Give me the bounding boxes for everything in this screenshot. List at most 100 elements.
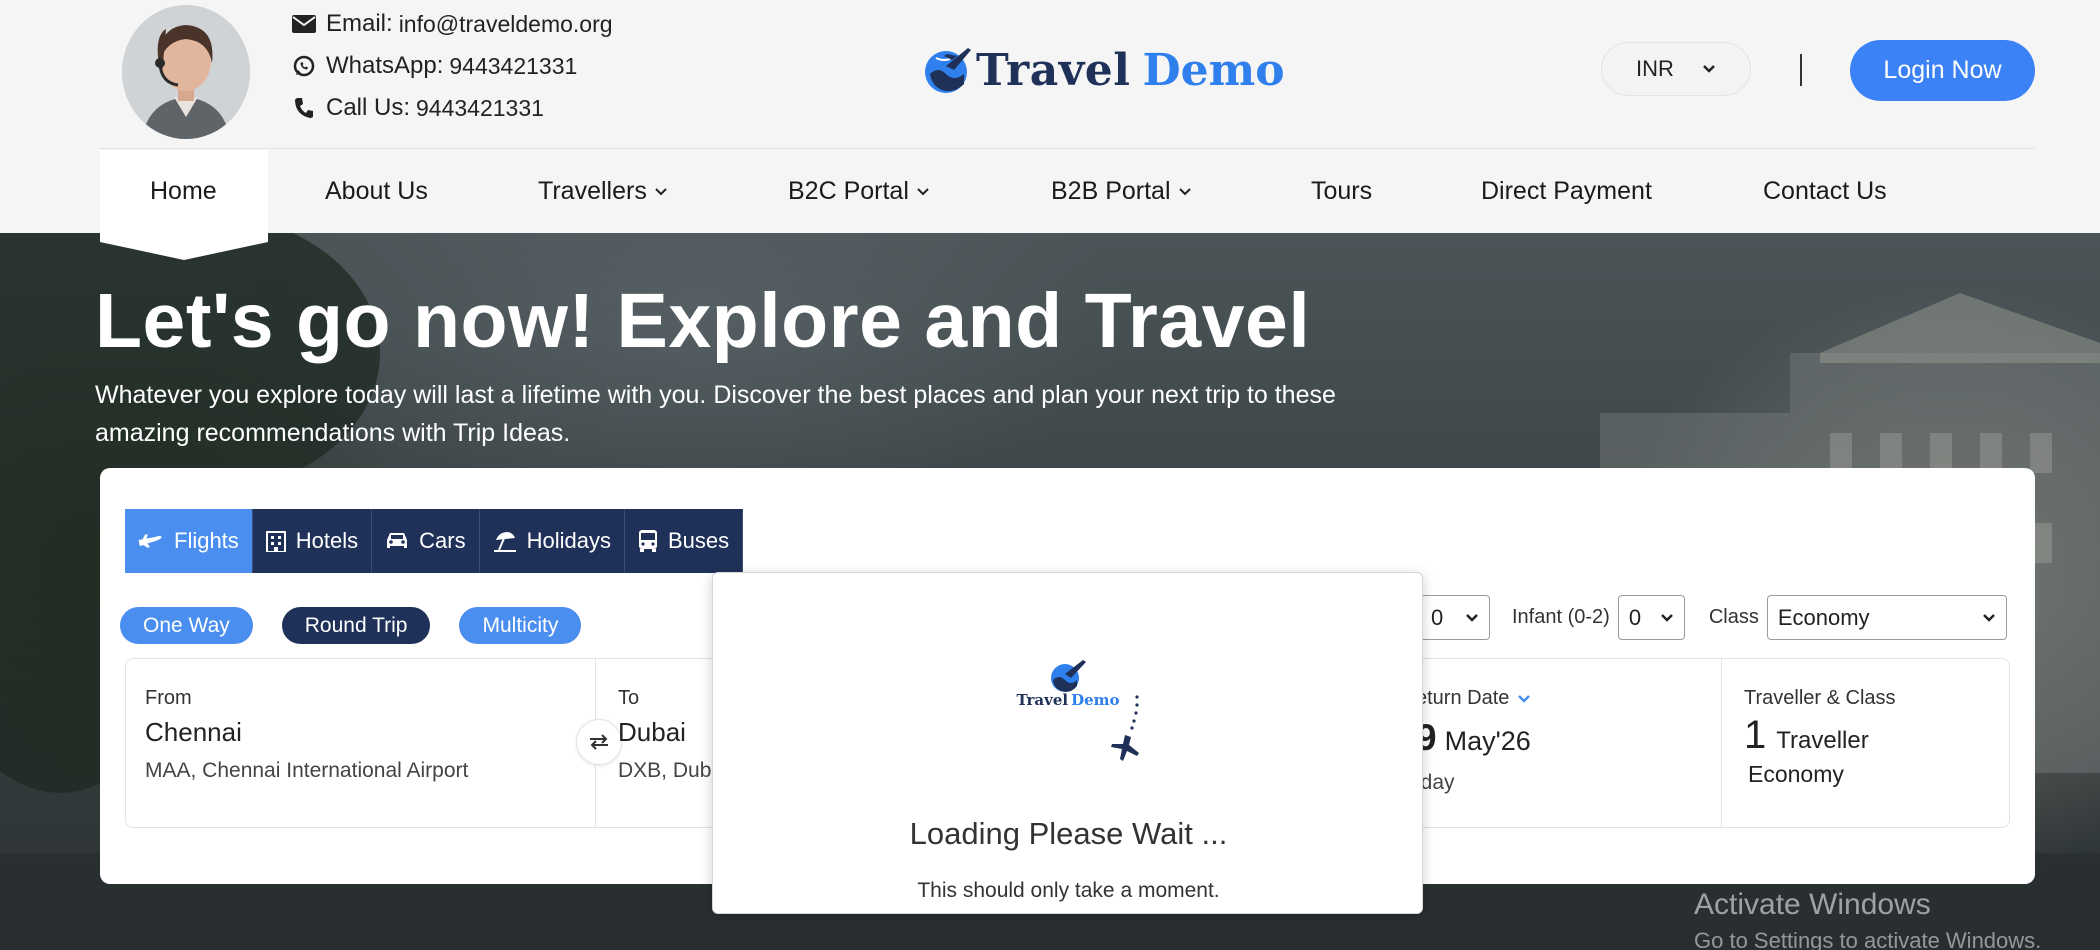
bus-icon xyxy=(638,529,658,553)
email-label: Email: xyxy=(326,10,393,37)
modal-logo-word-travel: Travel xyxy=(1016,691,1069,709)
infant-label: Infant (0-2) xyxy=(1512,606,1610,628)
hero-subtitle: Whatever you explore today will last a l… xyxy=(95,381,1336,447)
login-button[interactable]: Login Now xyxy=(1850,40,2035,101)
from-city: Chennai xyxy=(145,717,242,747)
traveller-unit: Traveller xyxy=(1776,727,1869,754)
nav-travellers-label: Travellers xyxy=(538,177,647,205)
envelope-icon xyxy=(292,12,316,36)
nav-contact-label: Contact Us xyxy=(1763,177,1887,205)
class-select[interactable]: Economy xyxy=(1766,595,2007,640)
from-label: From xyxy=(145,687,192,709)
nav-home-label: Home xyxy=(150,177,217,205)
email-value[interactable]: info@traveldemo.org xyxy=(399,11,613,38)
trip-multicity[interactable]: Multicity xyxy=(459,607,582,644)
infant-count-select[interactable]: 0 xyxy=(1617,595,1685,640)
service-tabs: Flights Hotels Cars Holidays Buses xyxy=(125,509,744,573)
logo-word-travel: Travel xyxy=(976,44,1131,96)
nav-about-us[interactable]: About Us xyxy=(325,150,428,233)
to-label: To xyxy=(618,687,640,709)
tab-hotels[interactable]: Hotels xyxy=(252,509,373,573)
whatsapp-value[interactable]: 9443421331 xyxy=(449,53,577,80)
globe-plane-icon xyxy=(922,44,972,96)
from-field[interactable]: From Chennai MAA, Chennai International … xyxy=(126,659,596,827)
nav-b2b-portal[interactable]: B2B Portal xyxy=(1051,150,1191,233)
windows-watermark-title: Activate Windows xyxy=(1694,888,1931,921)
traveller-class-value: Economy xyxy=(1748,761,1844,787)
nav-b2b-label: B2B Portal xyxy=(1051,177,1171,205)
whatsapp-icon xyxy=(292,54,316,78)
class-label: Class xyxy=(1708,606,1759,628)
support-agent-avatar xyxy=(122,5,250,139)
chevron-down-icon xyxy=(1982,613,1996,623)
chevron-down-icon xyxy=(1517,694,1531,704)
airplane-icon xyxy=(138,532,164,550)
umbrella-beach-icon xyxy=(493,530,517,552)
trip-type-selector: One Way Round Trip Multicity xyxy=(120,607,582,644)
nav-direct-payment[interactable]: Direct Payment xyxy=(1481,150,1652,233)
call-label: Call Us: xyxy=(326,94,411,121)
child-count-select[interactable]: 0 xyxy=(1420,595,1490,640)
chevron-down-icon xyxy=(1178,187,1191,196)
chevron-down-icon xyxy=(1465,613,1479,623)
chevron-down-icon xyxy=(655,187,667,196)
header-rule xyxy=(100,148,2035,149)
class-value: Economy xyxy=(1777,604,1870,630)
return-date-label: eturn Date xyxy=(1416,687,1510,709)
whatsapp-contact: WhatsApp: 9443421331 xyxy=(292,52,577,80)
traveller-class-field[interactable]: Traveller & Class 1 Traveller Economy xyxy=(1722,659,2009,827)
header-divider xyxy=(1800,54,1802,86)
nav-travellers[interactable]: Travellers xyxy=(538,150,667,233)
traveller-count: 1 xyxy=(1744,713,1767,757)
currency-value: INR xyxy=(1636,56,1674,81)
chevron-down-icon xyxy=(1660,613,1674,623)
building-icon xyxy=(265,530,286,552)
chevron-down-icon xyxy=(1702,64,1716,74)
tab-holidays-label: Holidays xyxy=(526,528,611,553)
site-logo[interactable]: Travel Demo xyxy=(922,40,1285,100)
to-city: Dubai xyxy=(618,717,686,747)
nav-b2c-label: B2C Portal xyxy=(788,177,909,205)
tab-flights-label: Flights xyxy=(174,528,239,553)
call-value[interactable]: 9443421331 xyxy=(416,95,544,122)
hero-title: Let's go now! Explore and Travel xyxy=(95,278,1311,364)
nav-tours[interactable]: Tours xyxy=(1311,150,1372,233)
tab-hotels-label: Hotels xyxy=(295,528,359,553)
nav-tours-label: Tours xyxy=(1311,177,1373,205)
return-month: May'26 xyxy=(1444,726,1531,756)
email-contact: Email: info@traveldemo.org xyxy=(292,10,613,38)
return-date-field[interactable]: eturn Date 9 May'26 iday xyxy=(1416,659,1722,827)
phone-contact: Call Us: 9443421331 xyxy=(292,94,544,122)
tab-holidays[interactable]: Holidays xyxy=(479,509,625,573)
chevron-down-icon xyxy=(917,187,929,196)
to-airport: DXB, Dub xyxy=(618,759,712,782)
passenger-selectors: 0 Infant (0-2) 0 Class Economy xyxy=(1420,595,2007,640)
from-airport: MAA, Chennai International Airport xyxy=(145,759,469,782)
tab-buses-label: Buses xyxy=(667,528,730,553)
nav-about-label: About Us xyxy=(325,177,428,205)
return-date-value: 9 May'26 xyxy=(1416,717,1531,759)
whatsapp-label: WhatsApp: xyxy=(326,52,444,79)
child-count-value: 0 xyxy=(1431,604,1444,630)
tab-cars[interactable]: Cars xyxy=(372,509,480,573)
loading-subtitle: This should only take a moment. xyxy=(917,879,1220,902)
loading-title: Loading Please Wait ... xyxy=(909,816,1228,851)
loading-modal: Travel Demo Loading Please Wait ... This … xyxy=(712,572,1423,914)
tab-cars-label: Cars xyxy=(419,528,466,553)
nav-contact-us[interactable]: Contact Us xyxy=(1763,150,1887,233)
tab-buses[interactable]: Buses xyxy=(624,509,744,573)
phone-icon xyxy=(292,96,316,120)
trip-round-trip[interactable]: Round Trip xyxy=(281,607,431,644)
currency-select[interactable]: INR xyxy=(1601,42,1751,96)
logo-word-demo: Demo xyxy=(1142,44,1285,96)
globe-plane-icon xyxy=(1051,660,1086,692)
infant-count-value: 0 xyxy=(1628,604,1642,630)
flying-plane-icon xyxy=(1111,695,1139,761)
traveller-class-label: Traveller & Class xyxy=(1744,687,1896,709)
trip-one-way[interactable]: One Way xyxy=(120,607,253,644)
nav-direct-payment-label: Direct Payment xyxy=(1481,177,1652,205)
main-nav: Home About Us Travellers B2C Portal B2B … xyxy=(0,150,2100,233)
nav-home[interactable]: Home xyxy=(150,150,217,233)
tab-flights[interactable]: Flights xyxy=(125,509,253,573)
nav-b2c-portal[interactable]: B2C Portal xyxy=(788,150,929,233)
